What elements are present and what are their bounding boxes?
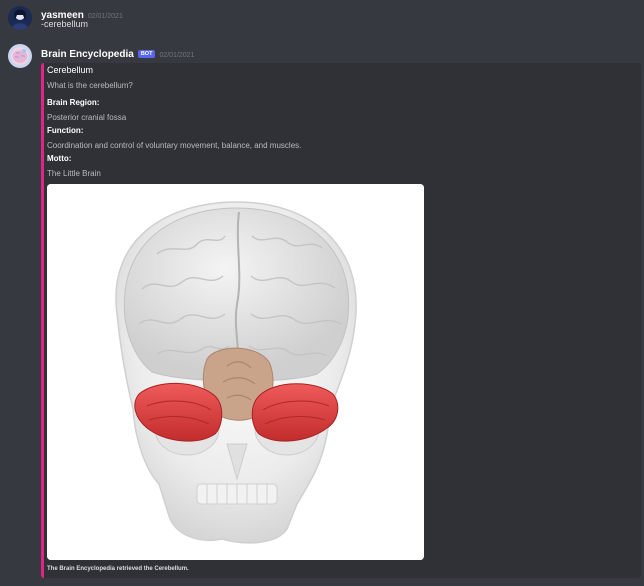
field-name-function: Function:: [47, 126, 84, 135]
field-value-function: Coordination and control of voluntary mo…: [47, 141, 302, 150]
embed-description: What is the cerebellum?: [47, 81, 133, 90]
embed-footer: The Brain Encyclopedia retrieved the Cer…: [47, 566, 189, 572]
field-name-brain-region: Brain Region:: [47, 98, 100, 107]
message-content: -cerebellum: [41, 19, 89, 29]
embed-image[interactable]: [47, 184, 424, 560]
embed: Cerebellum What is the cerebellum? Brain…: [41, 63, 641, 578]
field-name-motto: Motto:: [47, 154, 72, 163]
embed-title: Cerebellum: [47, 65, 94, 75]
bot-badge: BOT: [137, 50, 156, 58]
field-value-brain-region: Posterior cranial fossa: [47, 113, 127, 122]
field-value-motto: The Little Brain: [47, 169, 101, 178]
author-name[interactable]: Brain Encyclopedia: [41, 49, 134, 60]
bot-avatar-icon[interactable]: [8, 44, 32, 68]
skull-brain-cerebellum-icon: [47, 184, 424, 560]
message-1: yasmeen 02/01/2021 -cerebellum: [0, 0, 644, 36]
user-avatar-icon[interactable]: [8, 6, 32, 30]
timestamp: 02/01/2021: [87, 13, 123, 20]
timestamp: 02/01/2021: [159, 52, 195, 59]
